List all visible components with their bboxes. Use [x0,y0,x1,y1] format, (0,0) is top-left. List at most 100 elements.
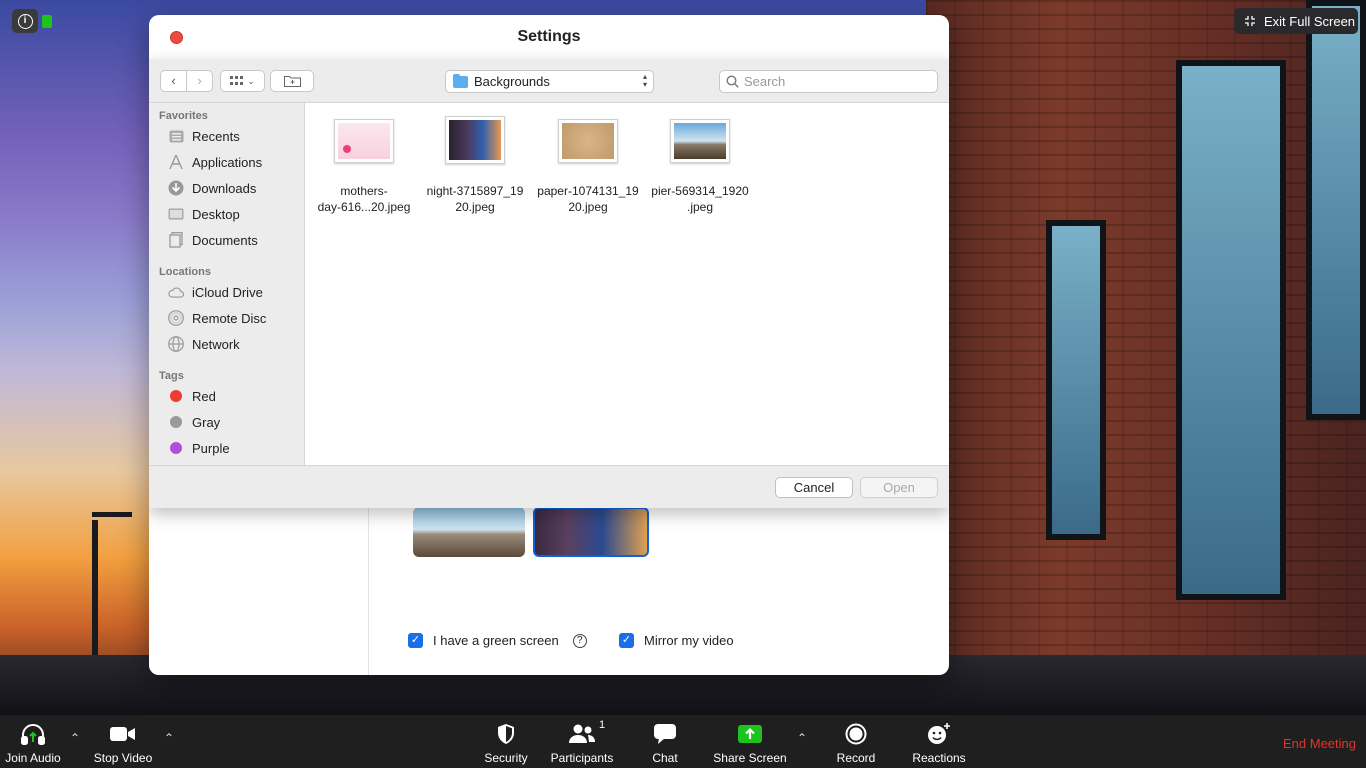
reactions-button[interactable]: Reactions [911,721,967,765]
chat-button[interactable]: Chat [648,721,682,765]
image-thumbnail [558,119,618,163]
gray-tag-icon [170,416,182,428]
settings-window: Settings ✓ I have a green screen ? ✓ Mir… [149,15,949,675]
sidebar-item-icloud-drive[interactable]: iCloud Drive [149,279,304,305]
red-tag-icon [170,390,182,402]
sidebar-item-desktop[interactable]: Desktop [149,201,304,227]
green-screen-option: ✓ I have a green screen ? [408,633,587,648]
stop-video-label: Stop Video [93,751,153,765]
record-button[interactable]: Record [835,721,877,765]
background-thumbnail-night[interactable] [533,507,649,557]
cloud-icon [168,284,184,300]
view-mode-button[interactable]: ⌄ [220,70,265,92]
tags-header: Tags [159,370,184,382]
sidebar-item-tag-gray[interactable]: Gray [149,409,304,435]
shield-icon [498,724,514,744]
green-screen-label: I have a green screen [433,633,559,648]
sidebar-item-label: Red [192,388,216,404]
image-thumbnail [445,116,505,164]
search-icon [726,75,739,88]
stop-video-button[interactable]: Stop Video [93,721,153,765]
mirror-video-label: Mirror my video [644,633,734,648]
green-screen-checkbox[interactable]: ✓ [408,633,423,648]
sidebar-item-label: Remote Disc [192,310,267,326]
file-item[interactable]: mothers- day-616...20.jpeg [308,119,420,215]
sidebar-item-recents[interactable]: Recents [149,123,304,149]
chevron-up-icon[interactable]: ⌃ [70,731,80,745]
file-name: 20.jpeg [568,200,608,214]
forward-icon[interactable]: › [187,71,212,91]
sidebar-item-label: Applications [192,154,263,170]
locations-header: Locations [159,266,211,278]
background-thumbnail-pier[interactable] [413,507,525,557]
file-name: night-3715897_19 [426,184,524,198]
network-globe-icon [168,336,184,352]
sidebar-item-label: Documents [192,232,258,248]
meeting-info-button[interactable]: i [12,9,38,33]
purple-tag-icon [170,442,182,454]
favorites-header: Favorites [159,110,208,122]
sidebar-item-applications[interactable]: Applications [149,149,304,175]
end-meeting-button[interactable]: End Meeting [1283,736,1356,751]
search-input[interactable] [744,74,924,89]
help-icon[interactable]: ? [572,633,587,648]
new-folder-button[interactable] [270,70,314,92]
sidebar-item-documents[interactable]: Documents [149,227,304,253]
chevron-up-icon[interactable]: ⌃ [797,731,807,745]
brick-building [926,0,1366,715]
share-screen-button[interactable]: Share Screen [712,721,788,765]
nav-buttons: ‹ › [160,70,213,92]
image-thumbnail [334,119,394,163]
sidebar-item-downloads[interactable]: Downloads [149,175,304,201]
security-button[interactable]: Security [482,721,530,765]
sidebar-item-remote-disc[interactable]: Remote Disc [149,305,304,331]
settings-title: Settings [517,28,581,45]
file-item[interactable]: pier-569314_1920 .jpeg [644,119,756,215]
video-camera-icon [110,727,135,741]
dialog-toolbar: ‹ › ⌄ Backgrounds ▴ ▾ [149,59,949,103]
meeting-toolbar: Join Audio ⌃ Stop Video ⌃ Security 1 Par… [0,715,1366,768]
sidebar-item-network[interactable]: Network [149,331,304,357]
cancel-button[interactable]: Cancel [775,477,853,498]
share-screen-label: Share Screen [713,751,787,765]
file-open-dialog: ‹ › ⌄ Backgrounds ▴ ▾ Search Favorites R… [149,59,949,508]
join-audio-button[interactable]: Join Audio [4,721,62,765]
location-label: Backgrounds [474,74,550,89]
settings-nav-panel [149,495,369,675]
sidebar-item-tag-purple[interactable]: Purple [149,435,304,461]
open-button[interactable]: Open [860,477,938,498]
image-thumbnail [670,119,730,163]
location-dropdown[interactable]: Backgrounds ▴ ▾ [445,70,654,93]
file-name: pier-569314_1920 [651,184,749,198]
chevron-up-icon[interactable]: ⌃ [164,731,174,745]
file-item[interactable]: paper-1074131_19 20.jpeg [532,119,644,215]
applications-icon [168,154,184,170]
reactions-label: Reactions [912,751,966,765]
search-field[interactable] [719,70,938,93]
updown-chevron-icon: ▴ ▾ [642,72,647,89]
back-icon[interactable]: ‹ [161,71,186,91]
encryption-icon [42,15,52,28]
sidebar-item-label: Recents [192,128,240,144]
file-browser: mothers- day-616...20.jpeg night-3715897… [306,103,949,465]
mirror-video-checkbox[interactable]: ✓ [619,633,634,648]
dialog-footer: Cancel Open [149,465,949,508]
join-audio-label: Join Audio [5,751,61,765]
smiley-plus-icon [928,723,950,744]
security-label: Security [484,751,528,765]
disc-icon [168,310,184,326]
sidebar-item-tag-red[interactable]: Red [149,383,304,409]
participants-label: Participants [550,751,614,765]
sidebar-item-label: iCloud Drive [192,284,263,300]
participants-button[interactable]: 1 Participants [550,719,614,765]
sidebar-item-label: Purple [192,440,230,456]
downloads-icon [168,180,184,196]
recents-icon [168,128,184,144]
exit-fullscreen-button[interactable]: Exit Full Screen [1234,8,1358,34]
grid-view-icon [230,76,244,85]
file-item[interactable]: night-3715897_19 20.jpeg [419,116,531,215]
file-name: day-616...20.jpeg [317,200,411,214]
exit-fullscreen-icon [1245,16,1255,26]
chat-label: Chat [652,751,678,765]
new-folder-icon [283,76,301,87]
